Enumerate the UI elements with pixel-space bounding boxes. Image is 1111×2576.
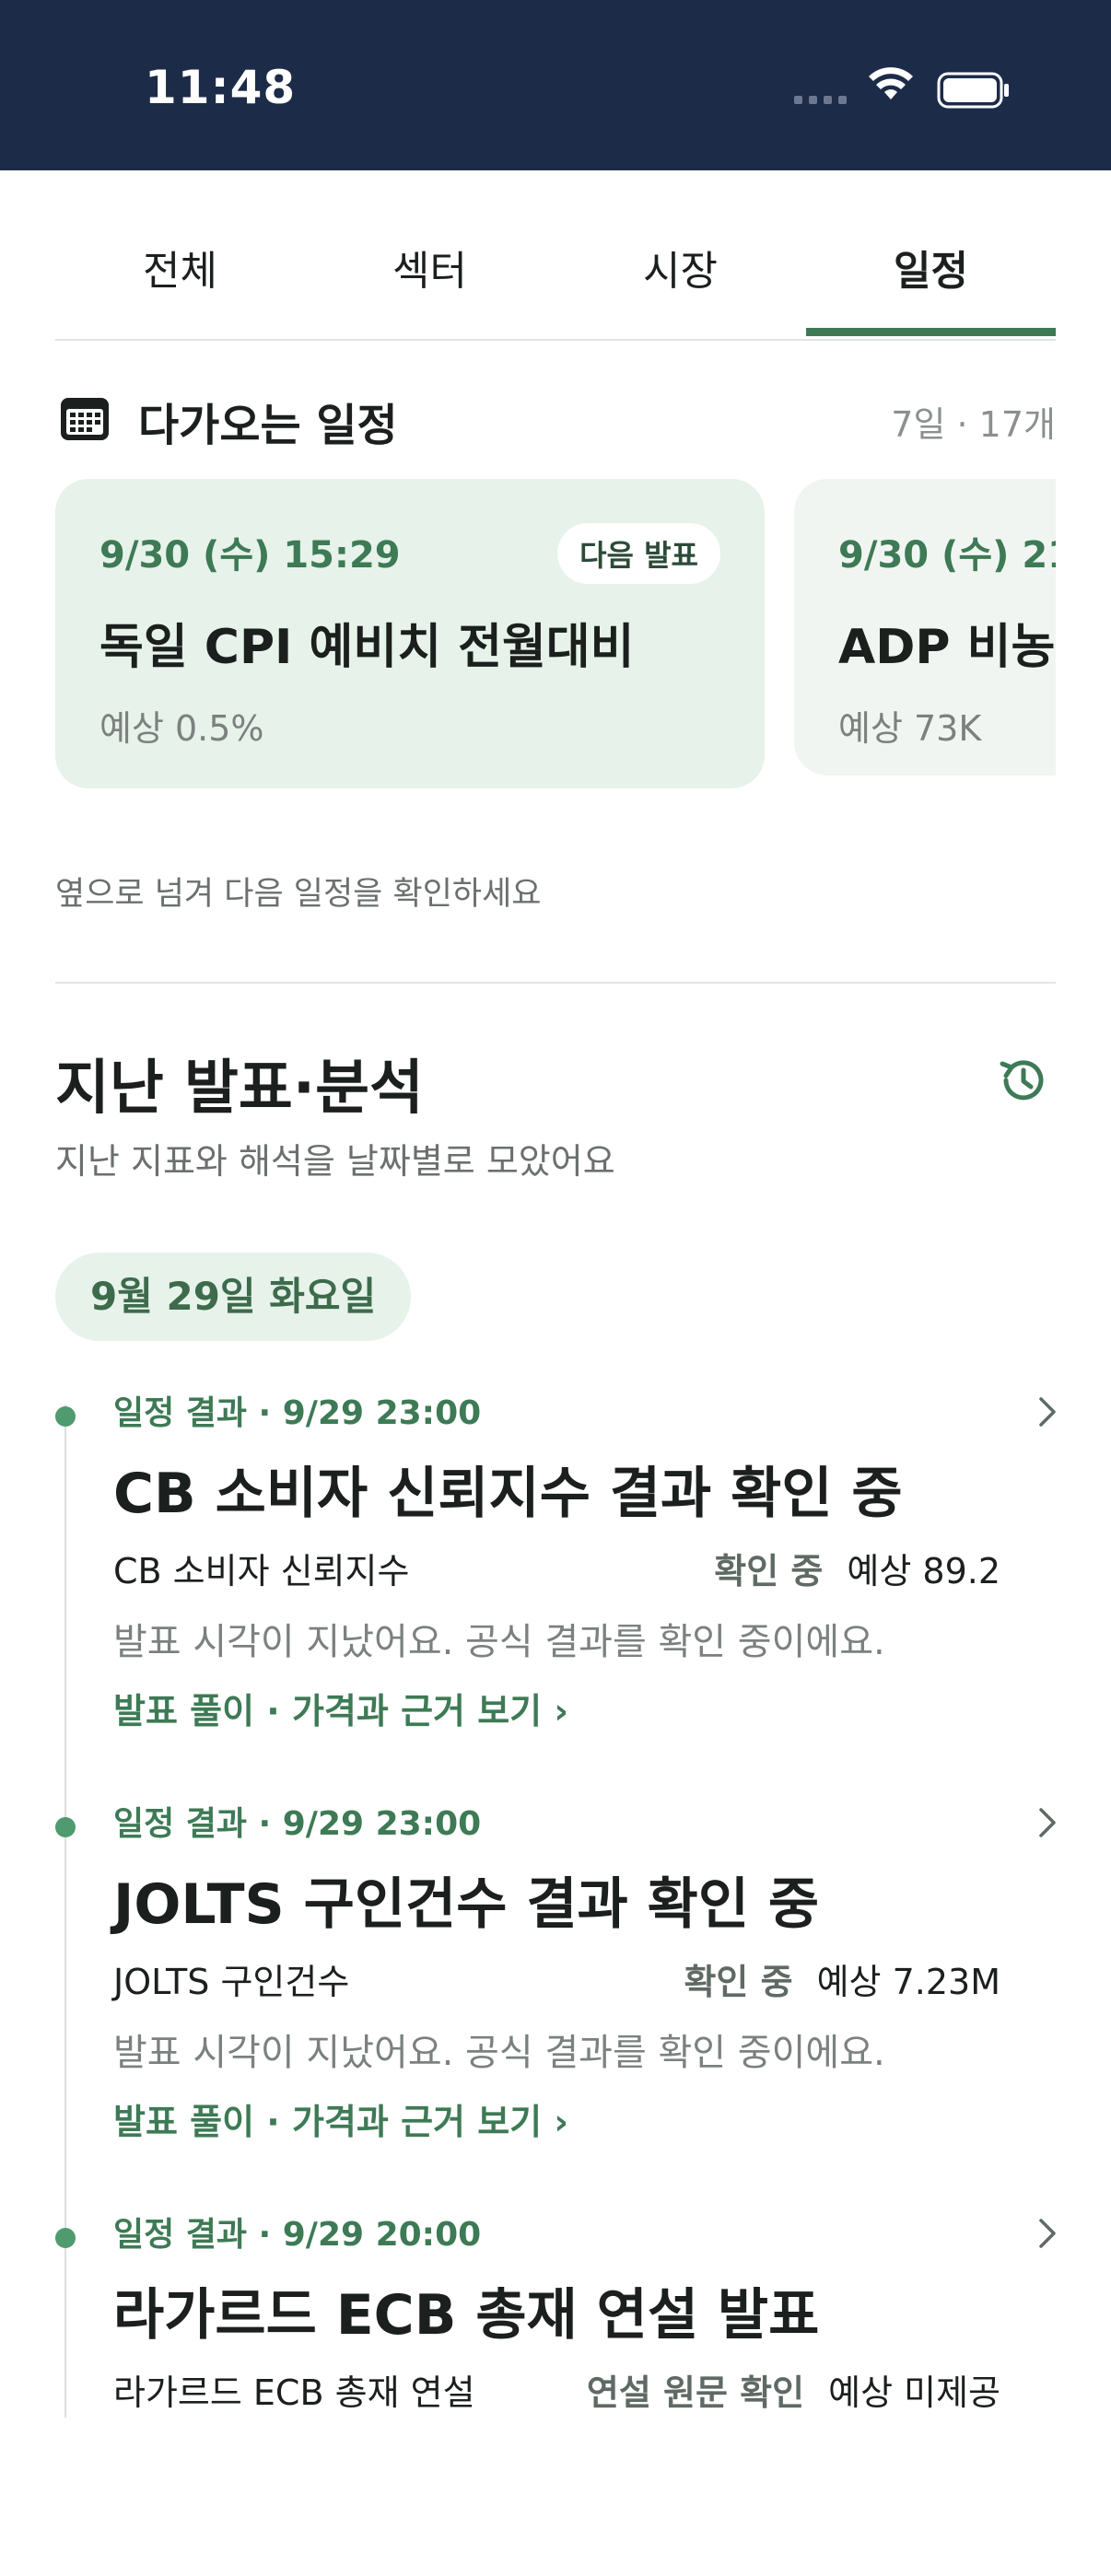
active-tab-indicator xyxy=(806,328,1056,336)
timeline-dot xyxy=(55,1817,76,1837)
chevron-right-icon[interactable] xyxy=(1037,1393,1059,1430)
entry-status-row: 연설 원문 확인 예상 미제공 xyxy=(587,2364,1000,2415)
entry-status-row: 확인 중 예상 7.23M xyxy=(684,1953,1000,2004)
timeline-entry[interactable]: 일정 결과 · 9/29 23:00 CB 소비자 신뢰지수 결과 확인 중 C… xyxy=(55,1386,1056,1754)
battery-icon xyxy=(937,72,1009,109)
card-expected: 예상 0.5% xyxy=(99,708,264,749)
upcoming-header: 다가오는 일정 7일 · 17개 xyxy=(55,387,1056,451)
upcoming-title: 다가오는 일정 xyxy=(138,400,398,451)
history-icon[interactable] xyxy=(995,1052,1052,1109)
date-group-pill: 9월 29일 화요일 xyxy=(55,1253,412,1341)
signal-icon xyxy=(794,96,847,104)
upcoming-card[interactable]: 9/30 (수) 15:29 다음 발표 독일 CPI 예비치 전월대비 예상 … xyxy=(55,479,765,788)
status-label: 연설 원문 확인 xyxy=(586,2372,805,2413)
entry-title: JOLTS 구인건수 결과 확인 중 xyxy=(113,1872,820,1937)
card-datetime: 9/30 (수) 21 xyxy=(838,534,1056,577)
card-expected: 예상 73K xyxy=(838,708,982,749)
past-section-title: 지난 발표·분석 xyxy=(55,1055,424,1123)
card-title: 독일 CPI 예비치 전월대비 xyxy=(99,620,635,675)
entry-note: 발표 시각이 지났어요. 공식 결과를 확인 중이에요. xyxy=(113,1621,885,1663)
forecast-value: 예상 7.23M xyxy=(816,1962,1000,2002)
tab-bar: 전체 섹터 시장 일정 xyxy=(55,210,1056,341)
timeline-dot xyxy=(55,2228,76,2248)
status-label: 확인 중 xyxy=(684,1962,793,2002)
entry-title: CB 소비자 신뢰지수 결과 확인 중 xyxy=(113,1462,903,1526)
upcoming-card[interactable]: 9/30 (수) 21 ADP 비농업 예상 73K xyxy=(794,479,1056,775)
analysis-link[interactable]: 발표 풀이 · 가격과 근거 보기 › xyxy=(113,1683,568,1733)
timeline-entry[interactable]: 일정 결과 · 9/29 20:00 라가르드 ECB 총재 연설 발표 라가르… xyxy=(55,2208,1056,2576)
calendar-icon xyxy=(61,398,109,440)
indicator-name: 라가르드 ECB 총재 연설 xyxy=(113,2372,475,2413)
next-release-badge: 다음 발표 xyxy=(557,523,720,584)
tab-all[interactable]: 전체 xyxy=(55,238,305,297)
entry-title: 라가르드 ECB 총재 연설 발표 xyxy=(113,2283,820,2348)
upcoming-carousel[interactable]: 9/30 (수) 15:29 다음 발표 독일 CPI 예비치 전월대비 예상 … xyxy=(55,479,1056,792)
wifi-icon xyxy=(869,67,913,99)
forecast-value: 예상 미제공 xyxy=(828,2372,1000,2413)
indicator-name: JOLTS 구인건수 xyxy=(113,1962,350,2002)
past-section-subtitle: 지난 지표와 해석을 날짜별로 모았어요 xyxy=(55,1141,615,1182)
chevron-right-icon[interactable] xyxy=(1037,1804,1059,1841)
forecast-value: 예상 89.2 xyxy=(847,1551,1000,1591)
entry-note: 발표 시각이 지났어요. 공식 결과를 확인 중이에요. xyxy=(113,2032,885,2074)
swipe-hint: 옆으로 넘겨 다음 일정을 확인하세요 xyxy=(55,876,542,913)
entry-meta: 일정 결과 · 9/29 20:00 xyxy=(113,2216,482,2254)
upcoming-count: 7일 · 17개 xyxy=(891,404,1056,445)
entry-meta: 일정 결과 · 9/29 23:00 xyxy=(113,1805,482,1843)
indicator-name: CB 소비자 신뢰지수 xyxy=(113,1551,410,1591)
section-divider xyxy=(55,982,1056,984)
chevron-right-icon[interactable] xyxy=(1037,2215,1059,2252)
status-label: 확인 중 xyxy=(714,1551,824,1591)
timeline-entry[interactable]: 일정 결과 · 9/29 23:00 JOLTS 구인건수 결과 확인 중 JO… xyxy=(55,1797,1056,2165)
tab-schedule[interactable]: 일정 xyxy=(806,238,1056,297)
entry-meta: 일정 결과 · 9/29 23:00 xyxy=(113,1394,482,1432)
tab-sector[interactable]: 섹터 xyxy=(305,238,555,297)
analysis-link[interactable]: 발표 풀이 · 가격과 근거 보기 › xyxy=(113,2093,568,2144)
timeline-dot xyxy=(55,1406,76,1427)
card-title: ADP 비농업 xyxy=(838,620,1056,675)
status-time: 11:48 xyxy=(145,61,297,114)
tab-market[interactable]: 시장 xyxy=(556,238,805,297)
card-datetime: 9/30 (수) 15:29 xyxy=(99,534,401,577)
entry-status-row: 확인 중 예상 89.2 xyxy=(714,1543,1000,1593)
status-bar: 11:48 xyxy=(0,0,1111,170)
